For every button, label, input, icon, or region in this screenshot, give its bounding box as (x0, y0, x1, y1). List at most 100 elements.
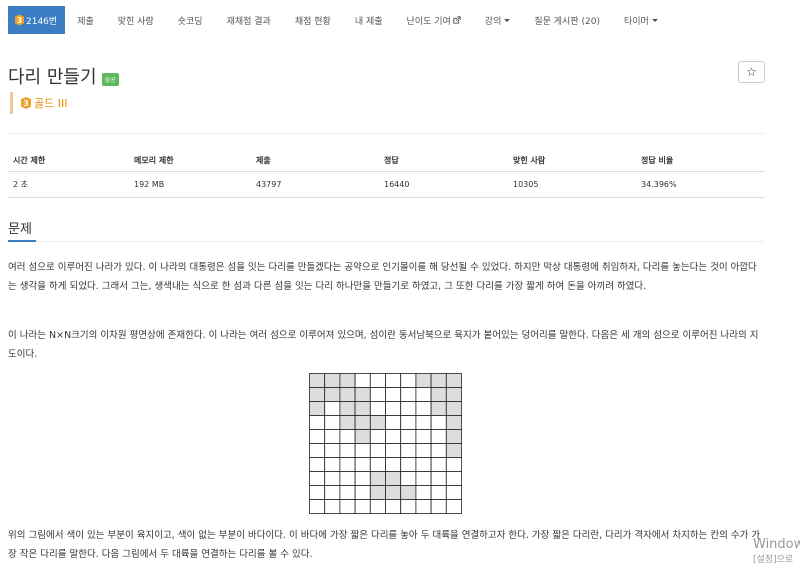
land-cell (445, 415, 462, 430)
land-cell (354, 415, 371, 430)
nav-timer[interactable]: 타이머 (612, 6, 670, 34)
star-icon: ☆ (746, 65, 757, 79)
land-cell (324, 373, 341, 388)
cell-time-limit: 2 초 (8, 171, 129, 198)
sea-cell (369, 443, 386, 458)
nav-my-submissions-label: 내 제출 (354, 16, 383, 27)
cell-accepted: 16440 (379, 171, 508, 198)
sea-cell (309, 471, 326, 486)
land-cell (339, 373, 356, 388)
problem-number-label: 2146번 (26, 16, 58, 27)
nav-submit-label: 제출 (77, 16, 94, 27)
sea-cell (415, 401, 432, 416)
divider (8, 133, 765, 134)
nav-judge-status[interactable]: 채점 현황 (283, 6, 343, 34)
sea-cell (415, 457, 432, 472)
sea-cell (415, 485, 432, 500)
sea-cell (369, 401, 386, 416)
sea-cell (430, 485, 447, 500)
land-cell (309, 373, 326, 388)
tier-indicator: 3 골드 III (10, 92, 67, 114)
sea-cell (400, 429, 417, 444)
sea-cell (309, 443, 326, 458)
land-cell (430, 373, 447, 388)
header-solved-users: 맞힌 사람 (508, 150, 636, 172)
windows-activation-subtext: [설정]으로 (753, 555, 794, 565)
sea-cell (415, 387, 432, 402)
nav-rejudge-results-label: 재채점 결과 (226, 16, 271, 27)
land-cell (339, 387, 356, 402)
header-accepted: 정답 (379, 150, 508, 172)
sea-cell (339, 471, 356, 486)
land-cell (354, 387, 371, 402)
header-submissions: 제출 (251, 150, 379, 172)
sea-cell (369, 373, 386, 388)
nav-difficulty-label: 난이도 기여 (406, 16, 451, 27)
sea-cell (354, 485, 371, 500)
sea-cell (430, 471, 447, 486)
land-cell (415, 373, 432, 388)
land-cell (369, 415, 386, 430)
sea-cell (309, 429, 326, 444)
nav-lectures-label: 강의 (484, 16, 502, 27)
description-paragraph-2: 이 나라는 N×N크기의 이차원 평면상에 존재한다. 이 나라는 여러 섬으로… (8, 330, 759, 360)
page-title: 다리 만들기 (8, 67, 97, 88)
title-row: 다리 만들기 성공 (8, 63, 119, 89)
nav-solved-users-label: 맞힌 사람 (117, 16, 154, 27)
sea-cell (339, 443, 356, 458)
section-underline (8, 240, 36, 242)
nav-short-coding[interactable]: 숏코딩 (166, 6, 215, 34)
land-cell (324, 387, 341, 402)
land-cell (385, 471, 402, 486)
sea-cell (324, 429, 341, 444)
nav-timer-label: 타이머 (623, 16, 649, 27)
land-cell (354, 429, 371, 444)
sea-cell (400, 401, 417, 416)
problem-info-table: 시간 제한 메모리 제한 제출 정답 맞힌 사람 정답 비율 2 초 192 M… (8, 150, 765, 198)
nav-rejudge-results[interactable]: 재채점 결과 (215, 6, 283, 34)
section-title-problem: 문제 (8, 222, 32, 237)
sea-cell (385, 429, 402, 444)
land-cell (400, 485, 417, 500)
sea-cell (430, 415, 447, 430)
land-cell (445, 429, 462, 444)
land-cell (385, 485, 402, 500)
cell-accept-ratio: 34.396% (636, 171, 765, 198)
island-map-grid (309, 373, 462, 514)
sea-cell (385, 443, 402, 458)
nav-solved-users[interactable]: 맞힌 사람 (106, 6, 166, 34)
land-cell (445, 373, 462, 388)
sea-cell (324, 443, 341, 458)
tier-label[interactable]: 골드 III (34, 95, 67, 111)
nav-question-board[interactable]: 질문 게시판 (20) (522, 6, 612, 34)
nav-lectures[interactable]: 강의 (473, 6, 523, 34)
sea-cell (400, 443, 417, 458)
sea-cell (400, 471, 417, 486)
sea-cell (385, 457, 402, 472)
sea-cell (430, 443, 447, 458)
sea-cell (369, 387, 386, 402)
windows-activation-watermark: Window (753, 537, 800, 552)
favorite-star-button[interactable]: ☆ (738, 61, 765, 83)
sea-cell (415, 443, 432, 458)
gold-tier-icon: 3 (21, 97, 31, 109)
sea-cell (400, 373, 417, 388)
tier-icon: 3 (15, 14, 24, 26)
sea-cell (354, 457, 371, 472)
header-memory-limit: 메모리 제한 (129, 150, 251, 172)
nav-problem-number[interactable]: 3 2146번 (8, 6, 66, 34)
nav-my-submissions[interactable]: 내 제출 (343, 6, 395, 34)
sea-cell (339, 429, 356, 444)
sea-cell (445, 471, 462, 486)
sea-cell (324, 415, 341, 430)
sea-cell (324, 471, 341, 486)
sea-cell (354, 471, 371, 486)
sea-cell (324, 499, 341, 514)
nav-judge-status-label: 채점 현황 (294, 16, 331, 27)
sea-cell (415, 415, 432, 430)
nav-difficulty-contribution[interactable]: 난이도 기여 (395, 6, 473, 34)
status-badge: 성공 (101, 72, 119, 86)
nav-submit[interactable]: 제출 (65, 6, 106, 34)
description-paragraph-3: 위의 그림에서 색이 있는 부분이 육지이고, 색이 없는 부분이 바다이다. … (8, 530, 761, 560)
sea-cell (339, 485, 356, 500)
